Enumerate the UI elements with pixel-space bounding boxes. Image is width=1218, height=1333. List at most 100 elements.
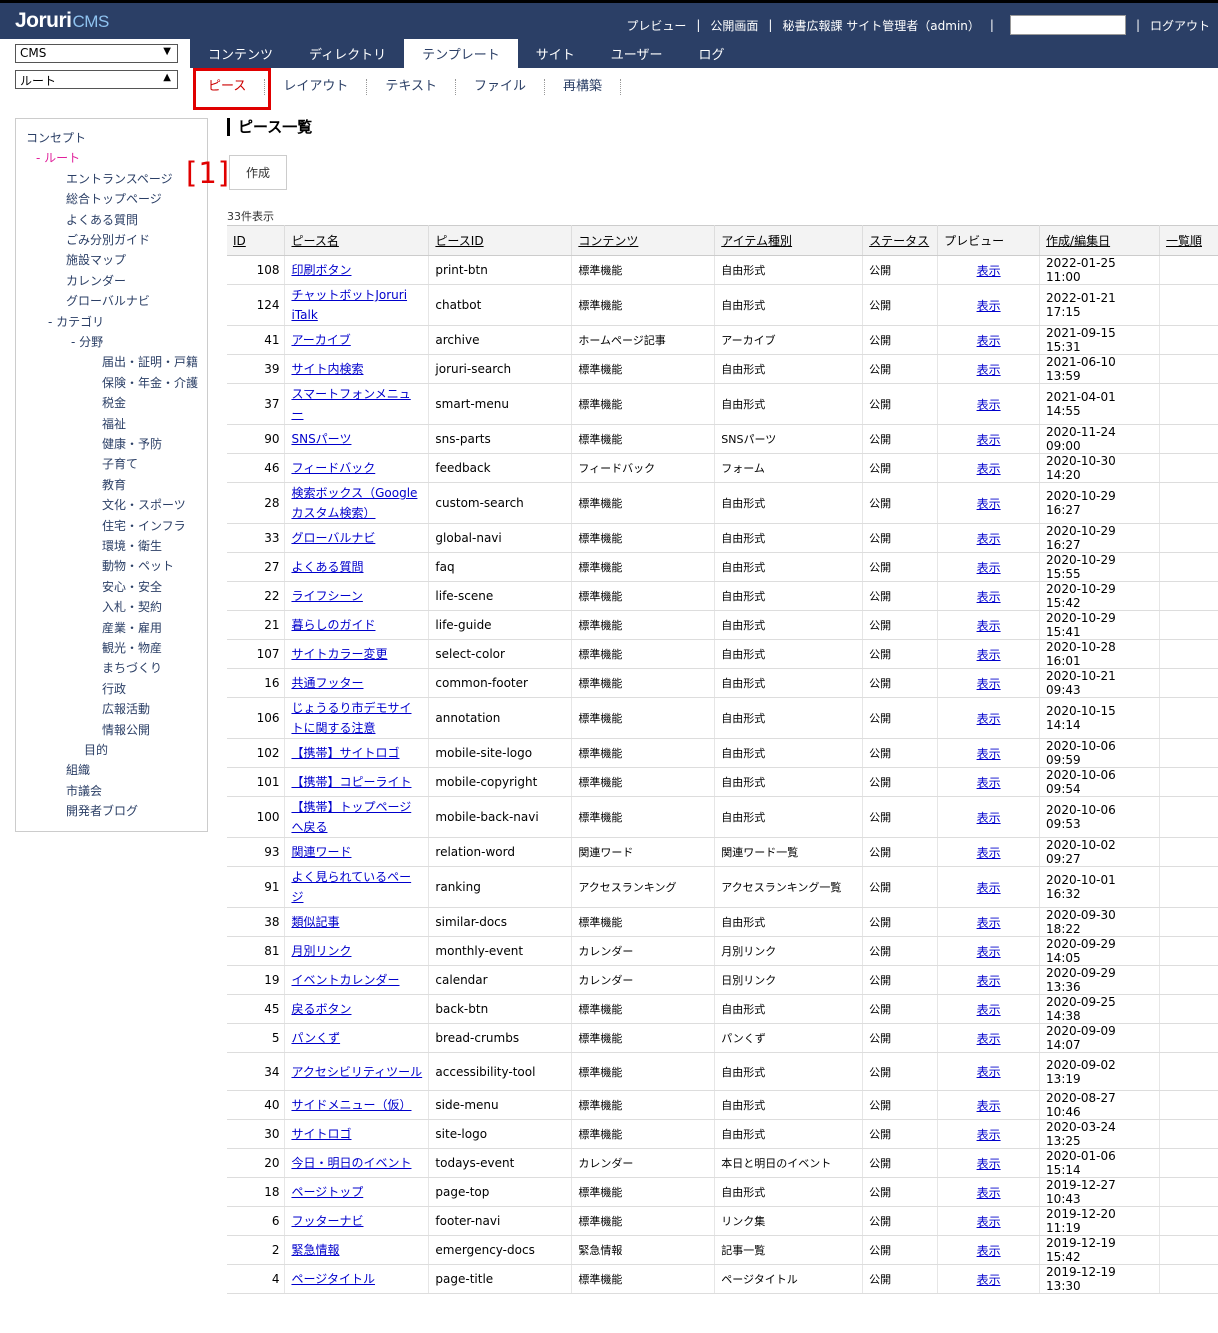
preview-link[interactable]: 表示 [977,1128,1001,1142]
piece-name-link[interactable]: ページタイトル [291,1269,375,1289]
tree-item[interactable]: 福祉 [102,415,126,432]
tree-item[interactable]: 組織 [66,761,90,778]
cell-preview[interactable]: 表示 [937,936,1041,966]
cell-preview[interactable]: 表示 [937,738,1041,768]
cell-preview[interactable]: 表示 [937,1119,1041,1149]
piece-name-link[interactable]: 暮らしのガイド [291,615,375,635]
preview-link[interactable]: 表示 [977,1003,1001,1017]
tree-item[interactable]: 安心・安全 [102,578,162,595]
tree-item[interactable]: - 分野 [71,333,103,350]
tree-item[interactable]: 施設マップ [66,251,126,268]
col-name[interactable]: ピース名 [284,225,430,256]
preview-link[interactable]: 表示 [977,590,1001,604]
cell-preview[interactable]: 表示 [937,523,1041,553]
col-id[interactable]: ID [227,225,286,256]
piece-name-link[interactable]: アクセシビリティツール [291,1062,422,1082]
cell-preview[interactable]: 表示 [937,581,1041,611]
piece-name-link[interactable]: 印刷ボタン [291,260,351,280]
piece-name-link[interactable]: サイトカラー変更 [291,644,387,664]
preview-link[interactable]: 表示 [977,945,1001,959]
cell-preview[interactable]: 表示 [937,994,1041,1024]
cell-name[interactable]: スマートフォンメニュー [284,383,430,425]
preview-link[interactable]: 表示 [977,677,1001,691]
cell-preview[interactable]: 表示 [937,1235,1041,1265]
preview-link[interactable]: 表示 [977,619,1001,633]
cell-name[interactable]: じょうるり市デモサイトに関する注意 [284,697,430,739]
tree-item[interactable]: エントランスページ [66,170,173,187]
tree-item[interactable]: 行政 [102,680,126,697]
preview-link[interactable]: 表示 [977,299,1001,313]
tree-item[interactable]: 届出・証明・戸籍 [102,353,198,370]
cell-preview[interactable]: 表示 [937,1023,1041,1053]
piece-name-link[interactable]: 【携帯】サイトロゴ [291,743,399,763]
preview-link[interactable]: 表示 [977,747,1001,761]
subtab-file[interactable]: ファイル [456,79,546,95]
tree-item[interactable]: 目的 [84,741,108,758]
cell-preview[interactable]: 表示 [937,965,1041,995]
piece-name-link[interactable]: アーカイブ [291,330,350,350]
cell-preview[interactable]: 表示 [937,610,1041,640]
tab-contents[interactable]: コンテンツ [190,39,291,68]
tab-site[interactable]: サイト [518,39,593,68]
public-site-link[interactable]: 公開画面 [710,17,758,34]
preview-link[interactable]: 表示 [977,974,1001,988]
cell-name[interactable]: よく見られているページ [284,866,430,908]
tree-item[interactable]: まちづくり [102,659,162,676]
cell-name[interactable]: 【携帯】コピーライト [284,767,430,797]
tree-item[interactable]: 保険・年金・介護 [102,374,198,391]
piece-name-link[interactable]: よく見られているページ [291,867,422,907]
cell-preview[interactable]: 表示 [937,255,1041,285]
cell-name[interactable]: SNSパーツ [284,424,430,454]
tree-item[interactable]: ごみ分別ガイド [66,231,150,248]
piece-name-link[interactable]: グローバルナビ [291,528,375,548]
cell-name[interactable]: サイト内検索 [284,354,430,384]
tab-log[interactable]: ログ [681,39,743,68]
col-piece-id[interactable]: ピースID [428,225,573,256]
preview-link[interactable]: 表示 [977,1244,1001,1258]
tree-item[interactable]: 開発者ブログ [66,802,138,819]
preview-link[interactable]: 表示 [977,811,1001,825]
cell-name[interactable]: 検索ボックス（Googleカスタム検索） [284,482,430,524]
cell-name[interactable]: 【携帯】トップページへ戻る [284,796,430,838]
tree-item[interactable]: よくある質問 [66,211,138,228]
cell-name[interactable]: ページトップ [284,1177,430,1207]
piece-name-link[interactable]: 関連ワード [291,842,351,862]
cell-preview[interactable]: 表示 [937,1090,1041,1120]
preview-link[interactable]: 表示 [977,776,1001,790]
cell-preview[interactable]: 表示 [937,668,1041,698]
piece-name-link[interactable]: SNSパーツ [291,429,351,449]
preview-link[interactable]: 表示 [977,462,1001,476]
preview-link[interactable]: 表示 [977,264,1001,278]
cell-preview[interactable]: 表示 [937,866,1041,908]
tree-item[interactable]: カレンダー [66,272,126,289]
piece-name-link[interactable]: スマートフォンメニュー [291,384,422,424]
cell-preview[interactable]: 表示 [937,697,1041,739]
preview-link[interactable]: 表示 [977,433,1001,447]
cell-name[interactable]: サイトカラー変更 [284,639,430,669]
preview-link[interactable]: 表示 [977,1186,1001,1200]
tree-item[interactable]: 広報活動 [102,700,150,717]
piece-name-link[interactable]: 緊急情報 [291,1240,339,1260]
tree-item[interactable]: - カテゴリ [48,313,104,330]
piece-name-link[interactable]: 月別リンク [291,941,351,961]
tree-item[interactable]: 産業・雇用 [102,619,162,636]
piece-name-link[interactable]: 共通フッター [291,673,363,693]
piece-name-link[interactable]: サイドメニュー（仮） [291,1095,411,1115]
cell-preview[interactable]: 表示 [937,482,1041,524]
cell-name[interactable]: 月別リンク [284,936,430,966]
col-order[interactable]: 一覧順 [1159,225,1218,256]
preview-link[interactable]: 表示 [977,1215,1001,1229]
preview-link[interactable]: 表示 [977,363,1001,377]
cell-preview[interactable]: 表示 [937,1052,1041,1091]
cell-name[interactable]: 【携帯】サイトロゴ [284,738,430,768]
cell-preview[interactable]: 表示 [937,383,1041,425]
cell-preview[interactable]: 表示 [937,1148,1041,1178]
cell-preview[interactable]: 表示 [937,325,1041,355]
cell-name[interactable]: 印刷ボタン [284,255,430,285]
piece-name-link[interactable]: よくある質問 [291,557,363,577]
piece-name-link[interactable]: ページトップ [291,1182,363,1202]
cell-preview[interactable]: 表示 [937,1206,1041,1236]
preview-link[interactable]: 表示 [977,561,1001,575]
cell-name[interactable]: アクセシビリティツール [284,1052,430,1091]
piece-name-link[interactable]: フッターナビ [291,1211,363,1231]
